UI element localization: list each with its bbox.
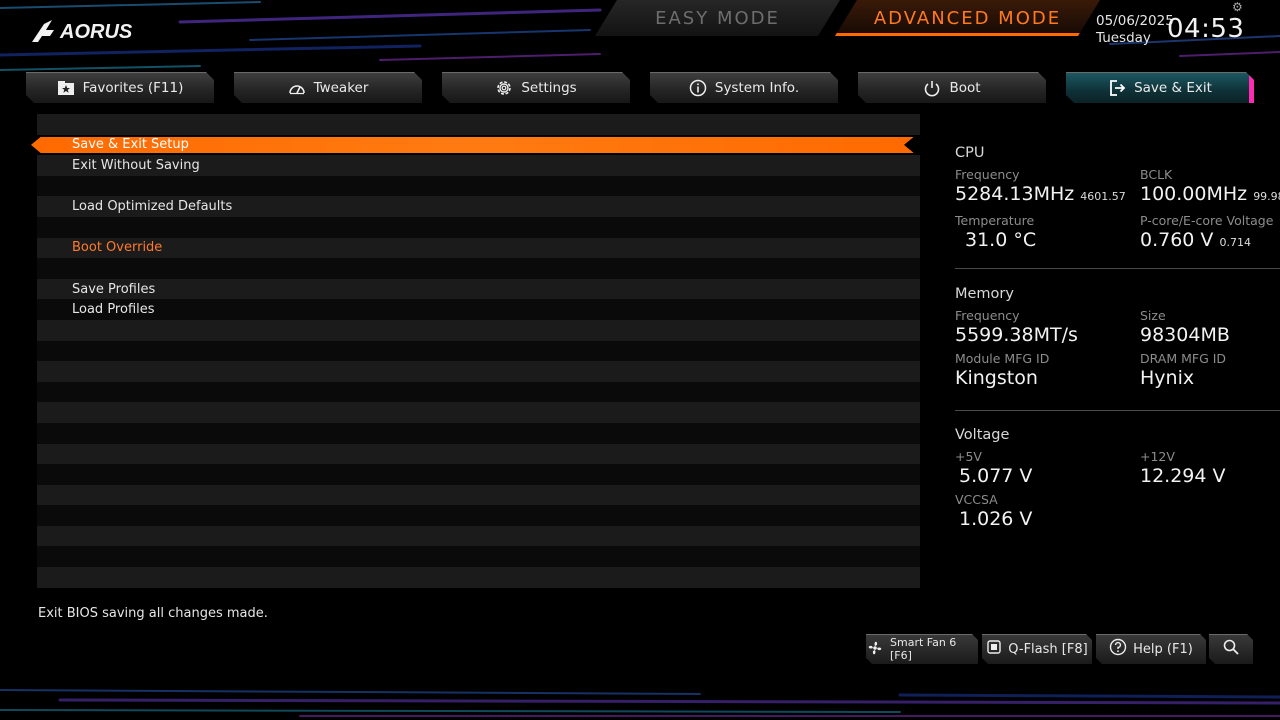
list-item xyxy=(37,443,920,465)
core-voltage-label: P-core/E-core Voltage xyxy=(1140,213,1274,228)
exit-icon xyxy=(1108,79,1126,97)
clock: 04:53 xyxy=(1167,14,1245,44)
search-icon xyxy=(1222,638,1240,660)
advanced-mode-button[interactable]: ADVANCED MODE xyxy=(835,0,1100,36)
help-button[interactable]: Help (F1) xyxy=(1096,634,1206,664)
module-mfg-label: Module MFG ID xyxy=(955,351,1050,366)
list-item xyxy=(37,381,920,403)
memory-frequency-value: 5599.38MT/s xyxy=(955,324,1078,346)
weekday-text: Tuesday xyxy=(1096,30,1151,46)
item-description: Exit BIOS saving all changes made. xyxy=(38,606,268,621)
list-item xyxy=(37,340,920,362)
list-item xyxy=(37,484,920,506)
list-item xyxy=(37,464,920,485)
settings-gear-icon[interactable]: ⚙ xyxy=(1232,0,1243,14)
cpu-temperature-label: Temperature xyxy=(955,213,1035,228)
vccsa-value: 1.026 V xyxy=(959,508,1033,530)
easy-mode-label: EASY MODE xyxy=(655,7,780,29)
easy-mode-button[interactable]: EASY MODE xyxy=(595,0,840,36)
cpu-info-section: CPU Frequency 5284.13MHz 4601.57 BCLK 10… xyxy=(955,145,1280,255)
cpu-frequency-sub: 4601.57 xyxy=(1080,190,1126,203)
memory-section-title: Memory xyxy=(955,286,1014,302)
date-display: 05/06/2025 Tuesday xyxy=(1096,13,1174,47)
tab-system-info-label: System Info. xyxy=(714,79,800,96)
aorus-logo: AORUS xyxy=(30,16,150,44)
cpu-frequency-label: Frequency xyxy=(955,167,1020,182)
menu-item-load-profiles[interactable]: Load Profiles xyxy=(37,299,920,320)
divider xyxy=(955,410,1280,411)
menu-item-boot-override[interactable]: Boot Override xyxy=(37,237,920,259)
bclk-label: BCLK xyxy=(1140,167,1173,182)
save-exit-menu: Save & Exit Setup Exit Without Saving Lo… xyxy=(37,114,920,590)
fan-icon xyxy=(866,639,884,660)
info-icon xyxy=(689,79,707,97)
cpu-temperature-value: 31.0 °C xyxy=(965,229,1037,251)
12v-label: +12V xyxy=(1140,449,1175,464)
tab-tweaker[interactable]: Tweaker xyxy=(234,72,422,103)
svg-text:AORUS: AORUS xyxy=(59,21,133,43)
bclk-value: 100.00MHz 99.98 xyxy=(1140,182,1280,209)
list-item xyxy=(37,505,920,526)
vccsa-label: VCCSA xyxy=(955,492,998,507)
list-item xyxy=(37,546,920,568)
core-voltage-value: 0.760 V 0.714 xyxy=(1140,229,1251,251)
tab-favorites[interactable]: Favorites (F11) xyxy=(26,72,214,103)
list-item xyxy=(37,258,920,279)
tab-system-info[interactable]: System Info. xyxy=(650,72,838,103)
dram-mfg-label: DRAM MFG ID xyxy=(1140,351,1227,366)
menu-item-load-optimized-defaults[interactable]: Load Optimized Defaults xyxy=(37,196,920,217)
star-folder-icon xyxy=(57,79,75,97)
speedometer-icon xyxy=(288,79,306,97)
main-tabs: Favorites (F11) Tweaker Settings System … xyxy=(26,72,1256,104)
tab-save-exit[interactable]: Save & Exit xyxy=(1066,72,1254,103)
core-voltage-sub: 0.714 xyxy=(1219,236,1251,249)
qflash-label: Q-Flash [F8] xyxy=(1008,641,1088,657)
date-text: 05/06/2025 xyxy=(1096,13,1174,29)
tab-save-exit-label: Save & Exit xyxy=(1134,79,1212,96)
qflash-button[interactable]: Q-Flash [F8] xyxy=(982,634,1092,664)
menu-item-save-profiles[interactable]: Save Profiles xyxy=(37,278,920,300)
list-item xyxy=(37,402,920,423)
bclk-sub: 99.98 xyxy=(1253,190,1280,203)
dram-mfg-value: Hynix xyxy=(1140,367,1195,389)
list-item xyxy=(37,114,920,135)
5v-label: +5V xyxy=(955,449,982,464)
list-item xyxy=(37,525,920,547)
voltage-section-title: Voltage xyxy=(955,427,1010,443)
gear-icon xyxy=(495,79,513,97)
list-item xyxy=(37,361,920,382)
help-icon xyxy=(1109,638,1127,660)
memory-size-label: Size xyxy=(1140,308,1166,323)
tab-boot-label: Boot xyxy=(949,79,981,96)
5v-value: 5.077 V xyxy=(959,465,1033,487)
12v-value: 12.294 V xyxy=(1140,465,1226,487)
help-label: Help (F1) xyxy=(1133,641,1193,657)
list-item xyxy=(37,216,920,238)
cpu-frequency-value: 5284.13MHz 4601.57 xyxy=(955,183,1126,205)
list-item xyxy=(37,175,920,197)
smart-fan-label: Smart Fan 6 [F6] xyxy=(890,636,957,662)
memory-size-value: 98304MB xyxy=(1140,324,1230,346)
search-button[interactable] xyxy=(1209,634,1253,664)
module-mfg-value: Kingston xyxy=(955,367,1038,389)
smart-fan-button[interactable]: Smart Fan 6 [F6] xyxy=(866,634,978,664)
voltage-info-section: Voltage +5V 5.077 V +12V 12.294 V VCCSA … xyxy=(955,427,1280,531)
divider xyxy=(955,268,1280,269)
advanced-mode-label: ADVANCED MODE xyxy=(873,7,1062,29)
list-item xyxy=(37,319,920,341)
tab-settings[interactable]: Settings xyxy=(442,72,630,103)
list-item xyxy=(37,422,920,444)
tab-boot[interactable]: Boot xyxy=(858,72,1046,103)
tab-tweaker-label: Tweaker xyxy=(313,79,369,96)
cpu-section-title: CPU xyxy=(955,145,985,161)
power-icon xyxy=(923,79,941,97)
menu-item-exit-without-saving[interactable]: Exit Without Saving xyxy=(37,155,920,176)
memory-info-section: Memory Frequency 5599.38MT/s Size 98304M… xyxy=(955,286,1280,390)
chip-icon xyxy=(986,639,1002,659)
tab-settings-label: Settings xyxy=(521,79,577,96)
list-item xyxy=(37,567,920,588)
menu-item-save-exit-setup[interactable]: Save & Exit Setup xyxy=(37,135,920,156)
memory-frequency-label: Frequency xyxy=(955,308,1020,323)
tab-favorites-label: Favorites (F11) xyxy=(82,79,184,96)
